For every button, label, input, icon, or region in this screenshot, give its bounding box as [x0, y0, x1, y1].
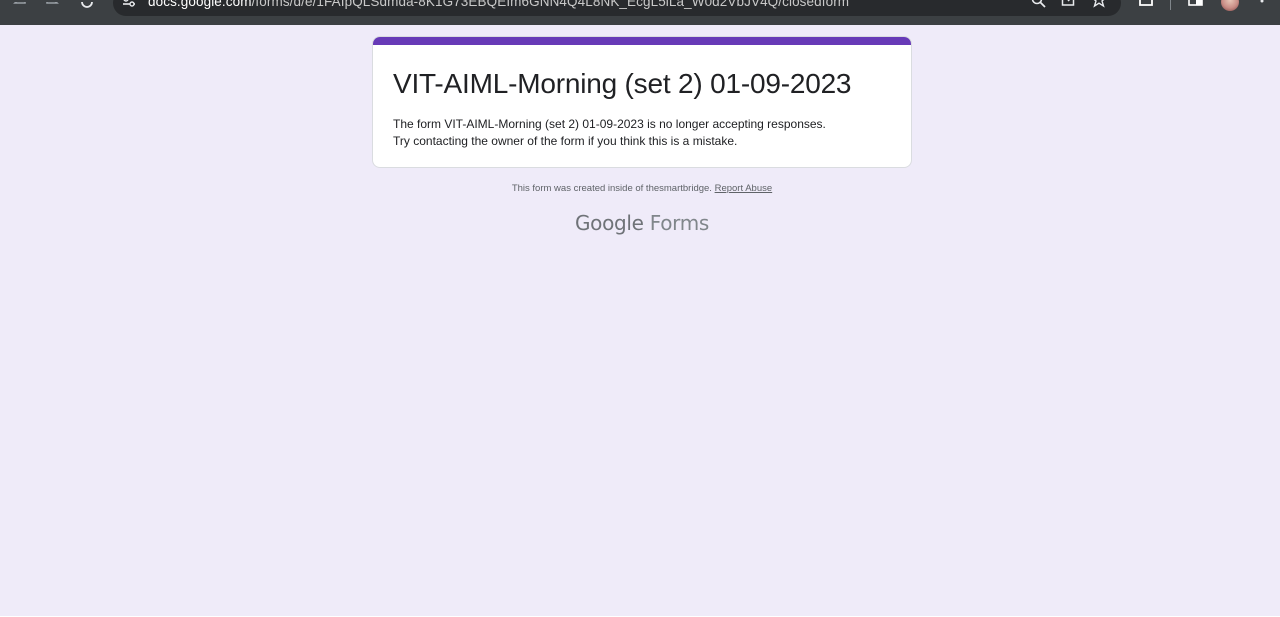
url-path: /forms/d/e/1FAIpQLSdmda-8K1G73EBQEIm6GNN… [251, 0, 850, 9]
site-settings-icon[interactable] [121, 0, 137, 9]
share-icon[interactable] [1061, 0, 1077, 10]
browser-toolbar: docs.google.com/forms/d/e/1FAIpQLSdmda-8… [0, 0, 1280, 25]
closed-message: The form VIT-AIML-Morning (set 2) 01-09-… [393, 116, 826, 150]
star-icon[interactable] [1091, 0, 1107, 10]
brand-google: Google [574, 211, 644, 235]
report-abuse-link[interactable]: Report Abuse [715, 183, 773, 194]
extensions-icon[interactable] [1138, 0, 1154, 10]
google-forms-logo[interactable]: Google Forms [0, 211, 1280, 235]
url-domain: docs.google.com [148, 0, 252, 9]
footer-note: This form was created inside of thesmart… [0, 183, 1280, 194]
url-text[interactable]: docs.google.com/forms/d/e/1FAIpQLSdmda-8… [148, 0, 849, 9]
back-arrow-icon[interactable] [12, 0, 26, 13]
toolbar-divider [1170, 0, 1171, 10]
form-title: VIT-AIML-Morning (set 2) 01-09-2023 [393, 68, 852, 99]
zoom-icon[interactable] [1031, 0, 1047, 10]
footer-created-text: This form was created inside of thesmart… [511, 183, 712, 194]
profile-avatar[interactable] [1221, 0, 1239, 11]
forward-arrow-icon[interactable] [46, 0, 60, 13]
reload-icon[interactable] [80, 0, 94, 13]
side-panel-icon[interactable] [1188, 0, 1204, 10]
card-accent-bar [373, 37, 911, 45]
closed-message-line-2: Try contacting the owner of the form if … [393, 134, 738, 148]
closed-form-card: VIT-AIML-Morning (set 2) 01-09-2023 The … [372, 36, 912, 168]
brand-forms: Forms [649, 211, 710, 235]
closed-message-line-1: The form VIT-AIML-Morning (set 2) 01-09-… [393, 117, 826, 131]
menu-icon[interactable] [1258, 0, 1274, 10]
